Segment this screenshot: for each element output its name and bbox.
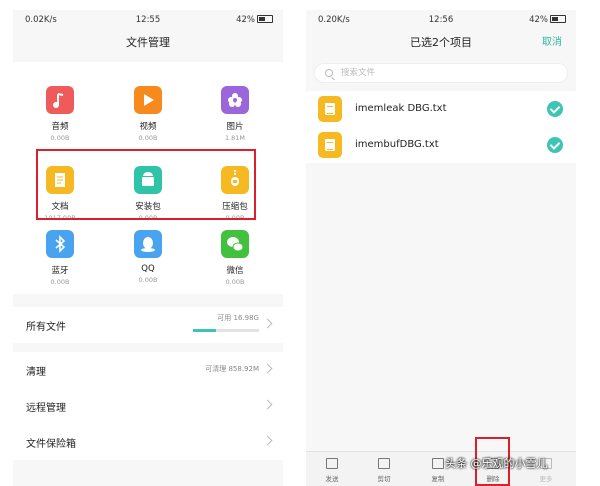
file-name: imembufDBG.txt [355,139,439,150]
category-qq[interactable]: QQ 0.00B [113,230,183,284]
copy-icon [432,458,444,469]
row-label: 远程管理 [26,403,66,414]
row-label: 清理 [26,367,46,378]
category-bluetooth[interactable]: 蓝牙 0.00B [25,230,95,286]
selection-screen: 0.20K/s 12:56 42% 已选2个项目 取消 imemleak DBG… [306,10,576,486]
storage-available: 可用 16.98G [217,314,259,322]
checked-icon[interactable] [547,137,563,153]
category-label: 音频 [51,122,69,132]
highlight-box-categories [36,149,256,220]
search-icon [325,69,333,77]
cleanup-value: 可清理 858.92M [205,365,259,373]
wechat-icon [221,230,249,258]
battery-indicator: 42% [236,15,273,25]
tool-label: 复制 [431,475,445,483]
chevron-right-icon [262,399,273,410]
flower-icon [221,86,249,114]
send-button[interactable]: 发送 [307,458,357,483]
category-size: 0.00B [50,134,70,142]
search-input[interactable] [341,66,521,80]
cut-button[interactable]: 剪切 [359,458,409,483]
checked-icon[interactable] [547,101,563,117]
bluetooth-icon [46,230,74,258]
file-manager-home-screen: 0.02K/s 12:55 42% 文件管理 音频 0.00B 视频 0.00B… [13,10,283,486]
category-size: 0.00B [138,276,158,284]
category-label: QQ [141,264,155,274]
all-files-row[interactable]: 所有文件 可用 16.98G [13,307,283,343]
category-label: 蓝牙 [51,266,69,276]
storage-usage-bar [193,329,259,332]
category-audio[interactable]: 音频 0.00B [25,86,95,142]
row-cleanup[interactable]: 清理 可清理 858.92M [13,352,283,388]
category-wechat[interactable]: 微信 0.00B [200,230,270,286]
category-video[interactable]: 视频 0.00B [113,86,183,142]
tool-label: 发送 [325,475,339,483]
category-size: 0.00B [225,278,245,286]
tool-label: 剪切 [377,475,391,483]
category-size: 1.81M [224,134,246,142]
all-files-label: 所有文件 [26,322,66,333]
qq-icon [134,230,162,258]
battery-icon [550,15,566,23]
page-title: 文件管理 [126,36,170,49]
chevron-right-icon [262,318,273,329]
category-label: 微信 [226,266,244,276]
status-bar: 0.20K/s 12:56 42% [306,10,576,30]
search-box[interactable] [314,63,568,83]
file-row[interactable]: imembufDBG.txt [306,127,576,163]
category-size: 0.00B [138,134,158,142]
cut-icon [378,458,390,469]
battery-percent: 42% [529,15,548,25]
text-file-icon [318,96,342,122]
share-icon [326,458,338,469]
play-icon [134,86,162,114]
category-pictures[interactable]: 图片 1.81M [200,86,270,142]
category-label: 视频 [139,122,157,132]
category-size: 0.00B [50,278,70,286]
file-row[interactable]: imemleak DBG.txt [306,91,576,127]
watermark-text: 头条 @乐观的小雪儿 [445,457,548,470]
battery-percent: 42% [236,15,255,25]
tool-label: 更多 [539,475,553,483]
selection-title: 已选2个项目 [410,36,472,49]
music-icon [46,86,74,114]
battery-indicator: 42% [529,15,566,25]
chevron-right-icon [262,435,273,446]
row-remote-management[interactable]: 远程管理 [13,388,283,424]
cancel-button[interactable]: 取消 [542,30,562,56]
row-label: 文件保险箱 [26,439,76,450]
battery-icon [257,15,273,23]
status-bar: 0.02K/s 12:55 42% [13,10,283,30]
file-name: imemleak DBG.txt [355,103,447,114]
chevron-right-icon [262,363,273,374]
text-file-icon [318,132,342,158]
category-label: 图片 [226,122,244,132]
row-file-safe[interactable]: 文件保险箱 [13,424,283,460]
